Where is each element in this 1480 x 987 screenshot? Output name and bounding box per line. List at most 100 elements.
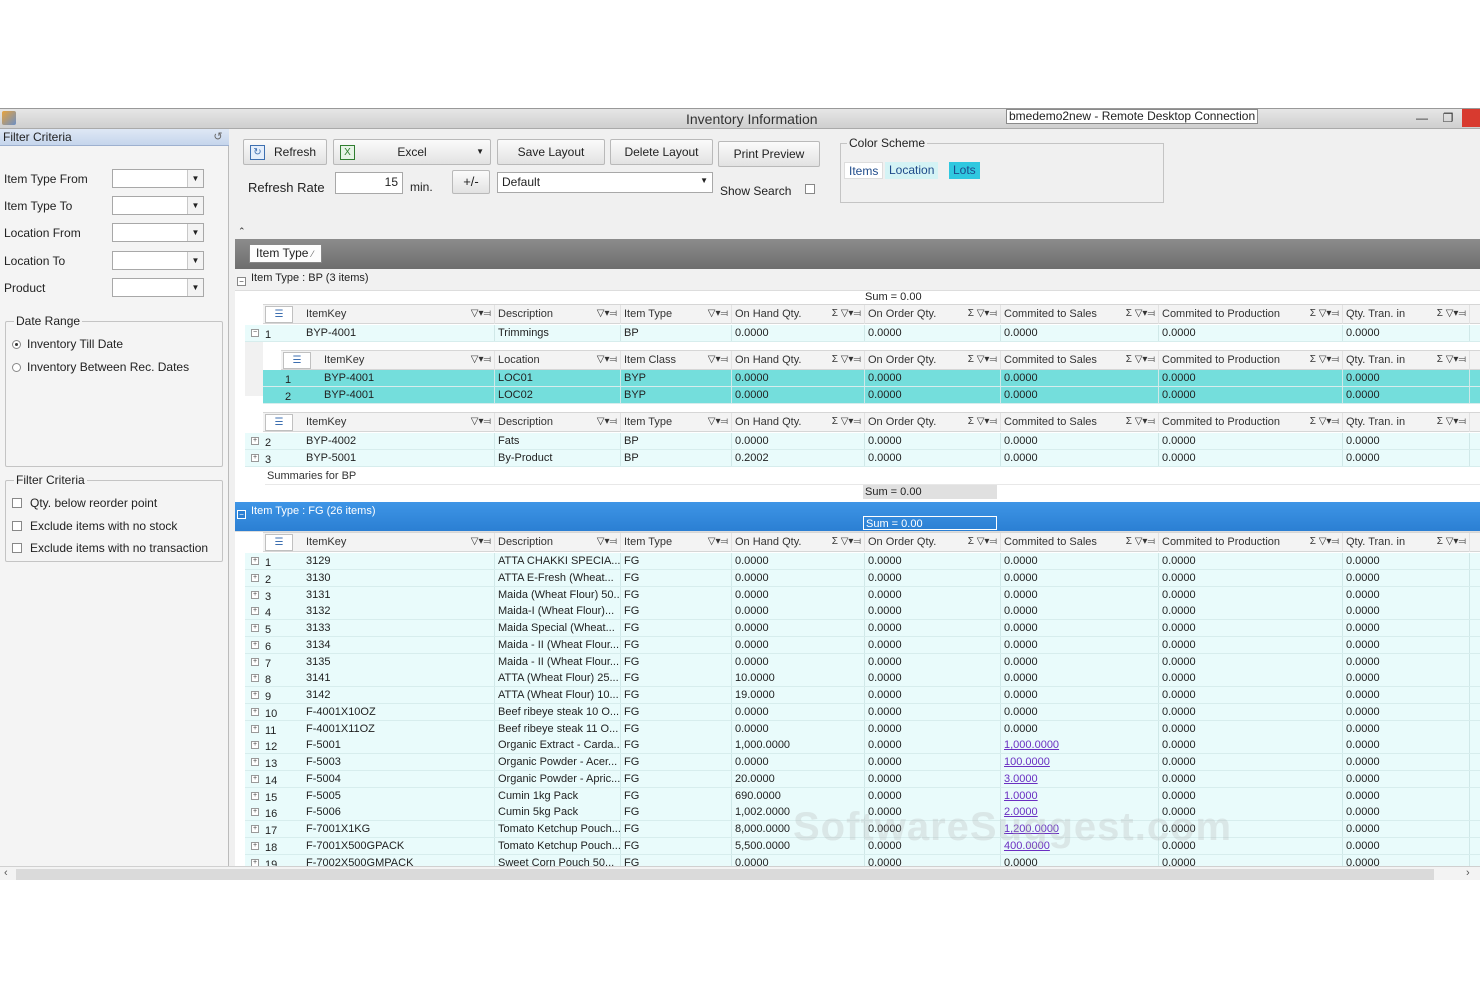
column-header[interactable]: On Hand Qty. Σ ▽▾⫤ [732,413,865,432]
filter-icon[interactable]: ▽▾⫤ [597,413,617,431]
column-chooser-icon[interactable]: ☰ [283,352,311,369]
checkbox-no-stock[interactable]: Exclude items with no stock [12,519,177,533]
lot-row[interactable]: 1 BYP-4001 LOC01 BYP 0.0000 0.0000 0.0000 0.000… [263,370,1480,387]
expand-row-icon[interactable]: + [251,858,259,866]
chevron-down-icon[interactable]: ▼ [187,252,203,269]
column-chooser-icon[interactable]: ☰ [265,534,293,551]
filter-icon[interactable]: Σ ▽▾⫤ [1437,351,1466,369]
cell-sales[interactable]: 1.0000 [1001,787,1159,804]
table-row[interactable]: +2 3130 ATTA E-Fresh (Wheat... FG 0.0000 0.00… [245,569,1480,587]
column-header[interactable]: Commited to Sales Σ ▽▾⫤ [1001,533,1159,552]
filter-icon[interactable]: ▽▾⫤ [597,351,617,369]
column-header[interactable]: Item Class ▽▾⫤ [621,351,732,370]
filter-icon[interactable]: ▽▾⫤ [708,351,728,369]
table-row[interactable]: +8 3141 ATTA (Wheat Flour) 25... FG 10.0000 0… [245,670,1480,688]
expand-row-icon[interactable]: + [251,607,259,616]
filter-icon[interactable]: ▽▾⫤ [471,533,491,551]
filter-icon[interactable]: Σ ▽▾⫤ [832,305,861,323]
table-row[interactable]: +2 BYP-4002 Fats BP 0.0000 0.0000 0.0000 0.0000… [245,433,1480,450]
filter-icon[interactable]: Σ ▽▾⫤ [968,533,997,551]
column-header[interactable]: Commited to Production Σ ▽▾⫤ [1159,413,1343,432]
filter-combo[interactable]: ▼ [112,196,204,215]
column-header[interactable]: Commited to Sales Σ ▽▾⫤ [1001,305,1159,324]
column-header[interactable]: On Hand Qty. Σ ▽▾⫤ [732,305,865,324]
column-header[interactable]: Location ▽▾⫤ [495,351,621,370]
chevron-down-icon[interactable]: ▼ [187,170,203,187]
expand-row-icon[interactable]: + [251,808,259,817]
filter-icon[interactable]: ▽▾⫤ [471,305,491,323]
expand-row-icon[interactable]: + [251,741,259,750]
column-header[interactable]: Item Type ▽▾⫤ [621,533,732,552]
collapse-group-icon[interactable]: − [237,510,246,519]
expand-row-icon[interactable]: + [251,573,259,582]
table-row[interactable]: +19 F-7002X500GMPACK Sweet Corn Pouch 50..… [245,854,1480,866]
filter-icon[interactable]: ▽▾⫤ [597,533,617,551]
column-header[interactable]: Description ▽▾⫤ [495,413,621,432]
expand-row-icon[interactable]: + [251,758,259,766]
column-header[interactable]: Item Type ▽▾⫤ [621,413,732,432]
filter-icon[interactable]: Σ ▽▾⫤ [1310,533,1339,551]
table-row[interactable]: +5 3133 Maida Special (Wheat... FG 0.0000 0.0… [245,620,1480,637]
filter-combo[interactable]: ▼ [112,278,204,297]
column-header[interactable]: Commited to Production Σ ▽▾⫤ [1159,305,1343,324]
expand-row-icon[interactable]: + [251,657,259,666]
collapse-toolbar-icon[interactable]: ⌃ [238,226,246,237]
filter-icon[interactable]: Σ ▽▾⫤ [1126,413,1155,431]
column-header[interactable]: ItemKey ▽▾⫤ [303,533,495,552]
filter-icon[interactable]: Σ ▽▾⫤ [1126,533,1155,551]
filter-icon[interactable]: ▽▾⫤ [471,413,491,431]
expand-row-icon[interactable]: + [251,437,259,445]
scroll-left-icon[interactable]: ‹ [4,867,8,879]
group-row-fg[interactable]: − Item Type : FG (26 items) Sum = 0.00 [235,502,1480,532]
table-row[interactable]: +3 3131 Maida (Wheat Flour) 50... FG 0.0000 0… [245,586,1480,604]
filter-icon[interactable]: Σ ▽▾⫤ [1126,351,1155,369]
column-header[interactable]: Commited to Sales Σ ▽▾⫤ [1001,413,1159,432]
scheme-lots[interactable]: Lots [949,162,980,179]
table-row[interactable]: +1 3129 ATTA CHAKKI SPECIA... FG 0.0000 0.000… [245,553,1480,570]
table-row[interactable]: +10 F-4001X10OZ Beef ribeye steak 10 O... F… [245,703,1480,721]
horizontal-scrollbar[interactable]: ‹ › [0,866,1480,880]
column-chooser-icon[interactable]: ☰ [265,414,293,431]
table-row[interactable]: +4 3132 Maida-I (Wheat Flour)... FG 0.0000 0.… [245,603,1480,621]
column-header[interactable]: On Order Qty. Σ ▽▾⫤ [865,305,1001,324]
expand-row-icon[interactable]: + [251,707,259,716]
column-chooser-icon[interactable]: ☰ [265,306,293,323]
cell-sales[interactable]: 100.0000 [1001,754,1159,770]
table-row[interactable]: +3 BYP-5001 By-Product BP 0.2002 0.0000 0.0000… [245,450,1480,467]
collapse-group-icon[interactable]: − [237,277,246,286]
refresh-rate-input[interactable]: 15 [335,172,403,194]
table-row[interactable]: +12 F-5001 Organic Extract - Carda... FG 1,0… [245,737,1480,755]
scroll-thumb[interactable] [16,869,1434,880]
radio-inventory-between-dates[interactable]: Inventory Between Rec. Dates [12,360,189,374]
table-row[interactable]: +14 F-5004 Organic Powder - Apric... FG 20.0… [245,770,1480,788]
scheme-items[interactable]: Items [844,162,884,179]
filter-icon[interactable]: Σ ▽▾⫤ [968,351,997,369]
table-row[interactable]: +7 3135 Maida - II (Wheat Flour... FG 0.0000… [245,653,1480,671]
table-row[interactable]: +15 F-5005 Cumin 1kg Pack FG 690.0000 0.0000 1… [245,787,1480,805]
layout-select[interactable]: Default ▼ [497,172,713,193]
column-header[interactable]: Qty. Tran. in Σ ▽▾⫤ [1343,413,1470,432]
filter-icon[interactable]: Σ ▽▾⫤ [1437,533,1466,551]
group-by-item-type-tag[interactable]: Item Type ⁄ [249,244,323,263]
filter-icon[interactable]: ▽▾⫤ [471,351,491,369]
filter-icon[interactable]: Σ ▽▾⫤ [1437,305,1466,323]
scroll-right-icon[interactable]: › [1466,867,1470,879]
expand-row-icon[interactable]: + [251,454,259,462]
filter-icon[interactable]: Σ ▽▾⫤ [1310,413,1339,431]
refresh-button[interactable]: ↻ Refresh [243,139,327,165]
excel-dropdown[interactable]: X Excel ▼ [333,139,491,165]
minimize-icon[interactable]: — [1410,109,1434,127]
plusminus-button[interactable]: +/- [452,170,490,194]
column-header[interactable]: Qty. Tran. in Σ ▽▾⫤ [1343,351,1470,370]
column-header[interactable]: On Order Qty. Σ ▽▾⫤ [865,413,1001,432]
filter-icon[interactable]: Σ ▽▾⫤ [832,351,861,369]
column-header[interactable]: On Order Qty. Σ ▽▾⫤ [865,533,1001,552]
column-header[interactable]: On Hand Qty. Σ ▽▾⫤ [732,533,865,552]
expand-row-icon[interactable]: + [251,724,259,733]
filter-icon[interactable]: ▽▾⫤ [708,533,728,551]
column-header[interactable]: On Order Qty. Σ ▽▾⫤ [865,351,1001,370]
table-row[interactable]: +11 F-4001X11OZ Beef ribeye steak 11 O... F… [245,720,1480,738]
scheme-location[interactable]: Location [885,162,939,179]
filter-icon[interactable]: Σ ▽▾⫤ [832,413,861,431]
collapse-row-icon[interactable]: − [251,329,259,337]
